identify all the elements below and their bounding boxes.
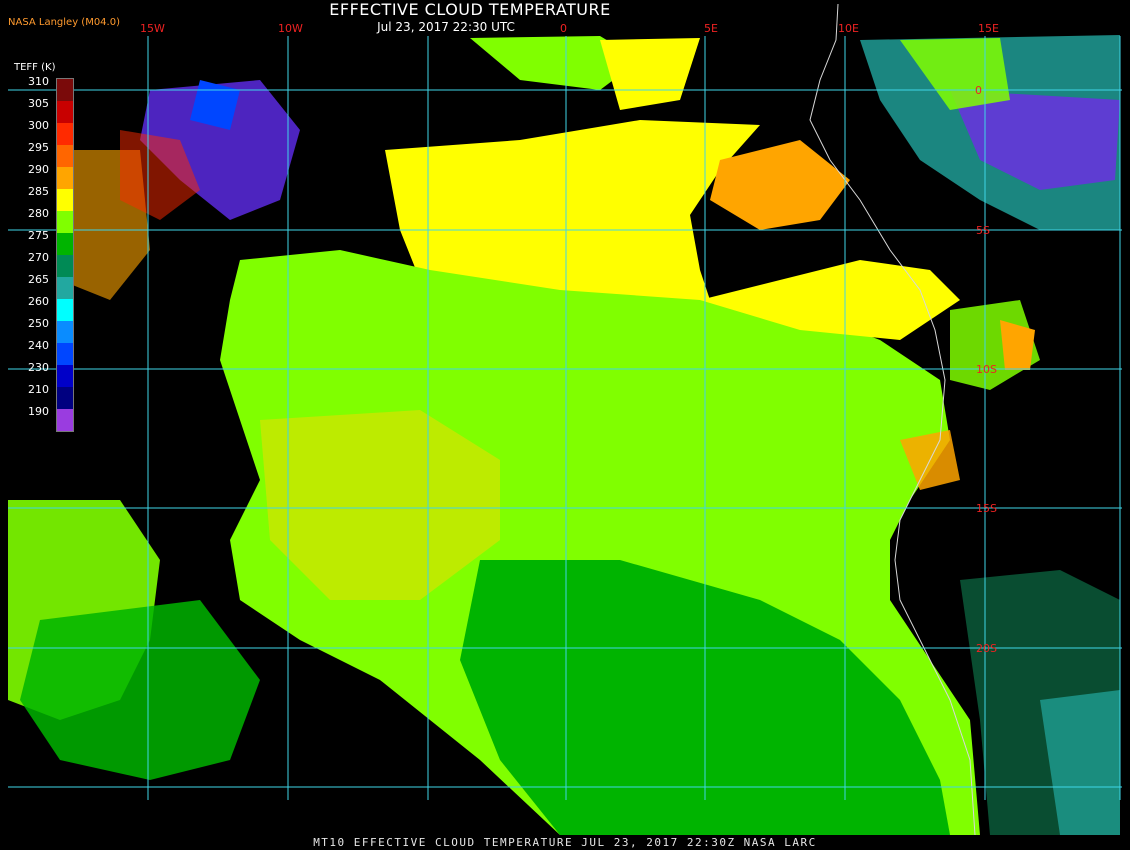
legend-label: 285 xyxy=(28,185,49,198)
longitude-label: 5E xyxy=(704,22,718,35)
legend-swatch xyxy=(57,79,73,101)
legend-swatch xyxy=(57,277,73,299)
legend-swatch xyxy=(57,299,73,321)
legend-label: 305 xyxy=(28,97,49,110)
latitude-label: 0 xyxy=(975,84,982,97)
color-scale xyxy=(56,78,74,432)
latitude-label: 10S xyxy=(976,363,997,376)
chart-title: EFFECTIVE CLOUD TEMPERATURE xyxy=(329,0,611,19)
legend-swatch xyxy=(57,365,73,387)
legend-swatch xyxy=(57,145,73,167)
longitude-label: 10W xyxy=(278,22,303,35)
legend-label: 190 xyxy=(28,405,49,418)
legend-swatch xyxy=(57,409,73,431)
legend-title: TEFF (K) xyxy=(14,62,56,73)
legend-swatch xyxy=(57,321,73,343)
longitude-label: 15W xyxy=(140,22,165,35)
legend-label: 210 xyxy=(28,383,49,396)
longitude-label: 0 xyxy=(560,22,567,35)
legend-swatch xyxy=(57,211,73,233)
legend-swatch xyxy=(57,255,73,277)
latitude-label: 5S xyxy=(976,224,990,237)
legend-label: 250 xyxy=(28,317,49,330)
legend-label: 295 xyxy=(28,141,49,154)
legend-swatch xyxy=(57,123,73,145)
legend-label: 280 xyxy=(28,207,49,220)
legend-label: 300 xyxy=(28,119,49,132)
legend-label: 275 xyxy=(28,229,49,242)
legend-label: 310 xyxy=(28,75,49,88)
source-label: NASA Langley (M04.0) xyxy=(8,17,120,28)
legend-label: 260 xyxy=(28,295,49,308)
legend-label: 265 xyxy=(28,273,49,286)
satellite-map xyxy=(0,0,1130,850)
longitude-label: 10E xyxy=(838,22,859,35)
legend-label: 230 xyxy=(28,361,49,374)
legend-swatch xyxy=(57,387,73,409)
legend-label: 240 xyxy=(28,339,49,352)
footer-caption: MT10 EFFECTIVE CLOUD TEMPERATURE JUL 23,… xyxy=(313,836,817,849)
legend-label: 290 xyxy=(28,163,49,176)
latitude-label: 15S xyxy=(976,502,997,515)
chart-subtitle: Jul 23, 2017 22:30 UTC xyxy=(377,20,515,34)
legend-swatch xyxy=(57,167,73,189)
longitude-label: 15E xyxy=(978,22,999,35)
legend-swatch xyxy=(57,343,73,365)
legend-swatch xyxy=(57,101,73,123)
legend-swatch xyxy=(57,189,73,211)
latitude-label: 20S xyxy=(976,642,997,655)
legend-label: 270 xyxy=(28,251,49,264)
legend-swatch xyxy=(57,233,73,255)
